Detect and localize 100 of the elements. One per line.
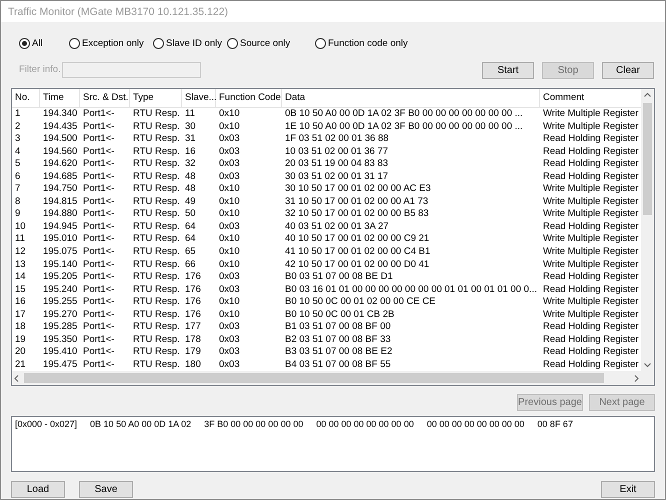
table-cell-text: 194.815 — [42, 196, 78, 208]
table-cell-text: Read Holding Register — [542, 146, 640, 158]
table-cell-text: RTU Resp. — [132, 170, 181, 184]
table-cell-text: 194.620 — [42, 158, 78, 171]
scroll-thumb[interactable] — [643, 103, 652, 215]
table-cell-text: B3 03 51 07 00 08 BE E2 — [284, 346, 394, 359]
table-cell-text: 194.340 — [42, 108, 78, 121]
table-cell-text: 0x03 — [218, 271, 241, 284]
table-cell-text: 0x10 — [218, 120, 241, 134]
table-cell-text: 12 — [14, 246, 27, 259]
table-cell-text: 0x03 — [218, 133, 241, 146]
table-cell-text: 8 — [14, 196, 22, 208]
table-cell-text: B0 10 50 0C 00 01 02 00 00 CE CE — [284, 296, 437, 309]
radio-label[interactable]: Slave ID only — [166, 38, 222, 48]
table-cell-text: 195.205 — [42, 271, 78, 284]
table-cell-text: RTU Resp. — [132, 271, 181, 284]
table-cell-text: 20 — [14, 346, 27, 359]
radio-label[interactable]: Exception only — [82, 38, 144, 48]
table-cell-text: Port1<- — [82, 296, 116, 309]
column-header[interactable]: No. — [12, 89, 40, 107]
column-header[interactable]: Src. & Dst. — [80, 89, 130, 107]
hex-view[interactable]: [0x000 - 0x027] 0B 10 50 A0 00 0D 1A 02 3F B0 00 00 00 00 00 00 00 00 00 00 00 00 00 00 00 00 00 00 00 00 00 00 00 8F 67 — [15, 419, 651, 429]
table-cell-text: 1E 10 50 A0 00 0D 1A 02 3F B0 00 00 00 00 00 00 00 ... — [284, 120, 524, 134]
hex-text: 3F B0 00 00 00 00 00 00 — [204, 419, 304, 429]
radio-button[interactable] — [315, 38, 326, 48]
table-cell-text: 180 — [184, 358, 202, 371]
table-cell-text: Read Holding Register — [542, 271, 640, 284]
column-header[interactable]: Type — [130, 89, 182, 107]
radio-button[interactable] — [153, 38, 164, 48]
table-cell-text: 195.075 — [42, 246, 78, 259]
radio-label[interactable]: Function code only — [328, 38, 408, 48]
table-cell-text: 0x03 — [218, 321, 241, 334]
table-cell-text: 3 — [14, 133, 22, 146]
table-cell-text: RTU Resp. — [132, 258, 181, 272]
table-cell-text: B4 03 51 07 00 08 BF 55 — [284, 358, 392, 371]
table-cell-text: 194.685 — [42, 170, 78, 184]
table-cell-text: RTU Resp. — [132, 321, 181, 334]
table-cell-text: Port1<- — [82, 334, 116, 346]
column-header[interactable]: Data — [282, 89, 540, 107]
table-cell-text: 0x10 — [218, 308, 241, 322]
radio-button[interactable] — [19, 38, 30, 48]
table-cell-text: RTU Resp. — [132, 296, 181, 309]
table-cell-text: 195.475 — [42, 358, 78, 371]
table-cell-text: 0x10 — [218, 296, 241, 309]
table-cell-text: Port1<- — [82, 346, 116, 359]
filter-label: Filter info. — [19, 64, 62, 75]
table-cell-text: 19 — [14, 334, 27, 346]
table-cell-text: 20 03 51 19 00 04 83 83 — [284, 158, 390, 171]
table-cell-text: RTU Resp. — [132, 196, 181, 208]
table-cell-text: 195.270 — [42, 308, 78, 322]
table-cell-text: Port1<- — [82, 183, 116, 196]
table-cell-text: 0B 10 50 A0 00 0D 1A 02 3F B0 00 00 00 00 00 00 00 ... — [284, 108, 524, 121]
table-cell-text: 0x03 — [218, 170, 241, 184]
table-cell-text: 40 10 50 17 00 01 02 00 00 C9 21 — [284, 233, 430, 246]
radio-button[interactable] — [227, 38, 238, 48]
vertical-scrollbar[interactable] — [641, 89, 654, 371]
window-title: Traffic Monitor (MGate MB3170 10.121.35.122) — [8, 6, 228, 18]
radio-label[interactable]: Source only — [240, 38, 290, 48]
table-cell-text: 18 — [14, 321, 27, 334]
table-cell-text: Port1<- — [82, 170, 116, 184]
save-button[interactable]: Save — [79, 481, 133, 498]
table-cell-text: Port1<- — [82, 284, 116, 296]
radio-button[interactable] — [69, 38, 80, 48]
table-cell-text: RTU Resp. — [132, 108, 181, 121]
table-cell-text: 32 — [184, 158, 197, 171]
table-cell-text: 10 03 51 02 00 01 36 77 — [284, 146, 390, 158]
column-header[interactable]: Function Code — [216, 89, 282, 107]
table-cell-text: Write Multiple Register — [542, 296, 640, 309]
table-cell-text: 11 — [184, 108, 196, 121]
exit-button[interactable]: Exit — [601, 481, 655, 498]
table-cell-text: 10 — [14, 220, 27, 234]
table-cell-text: 0x03 — [218, 334, 241, 346]
table-cell-text: 177 — [184, 321, 202, 334]
table-cell-text: 176 — [184, 296, 202, 309]
table-cell-text: Port1<- — [82, 133, 116, 146]
start-button[interactable]: Start — [482, 62, 534, 79]
load-button[interactable]: Load — [11, 481, 65, 498]
table-cell-text: 16 — [14, 296, 27, 309]
hex-text: [0x000 - 0x027] — [15, 419, 78, 429]
horizontal-scrollbar[interactable] — [12, 371, 641, 385]
table-cell-text: 6 — [14, 170, 22, 184]
scroll-thumb[interactable] — [24, 373, 604, 383]
table-cell-text: Read Holding Register — [542, 358, 640, 371]
table-cell-text: 66 — [184, 258, 197, 272]
column-header[interactable]: Slave... — [182, 89, 216, 107]
table-cell-text: 0x03 — [218, 284, 241, 296]
table-cell-text: Port1<- — [82, 220, 116, 234]
table-cell-text: 1 — [14, 108, 22, 121]
table-cell-text: Read Holding Register — [542, 220, 640, 234]
table-cell-text: RTU Resp. — [132, 334, 181, 346]
clear-button[interactable]: Clear — [602, 62, 654, 79]
column-header[interactable]: Time — [40, 89, 80, 107]
table-cell-text: 30 10 50 17 00 01 02 00 00 AC E3 — [284, 183, 432, 196]
table-cell-text: Read Holding Register — [542, 170, 640, 184]
table-cell-text: 0x10 — [218, 183, 241, 196]
table-cell-text: Port1<- — [82, 196, 116, 208]
table-cell-text: 42 10 50 17 00 01 02 00 00 D0 41 — [284, 258, 430, 272]
table-cell-text: B0 10 50 0C 00 01 CB 2B — [284, 308, 396, 322]
radio-label[interactable]: All — [32, 38, 43, 48]
table-cell-text: RTU Resp. — [132, 208, 181, 221]
